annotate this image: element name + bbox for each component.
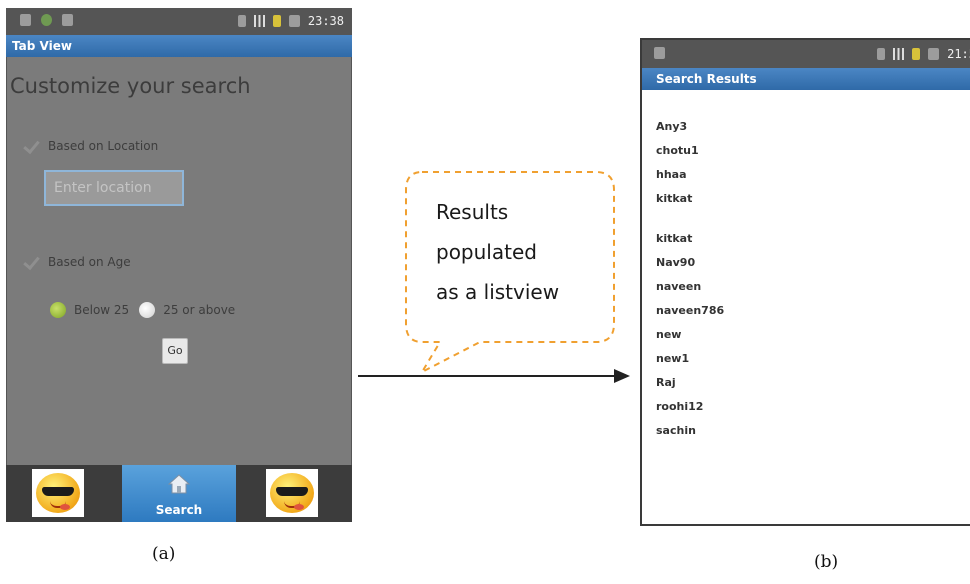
age-radio-group: Below 25 25 or above xyxy=(50,302,235,318)
list-item[interactable]: kitkat xyxy=(656,192,692,205)
callout-line-1: Results xyxy=(436,200,509,224)
app-title-bar: Search Results xyxy=(642,68,970,90)
location-input[interactable]: Enter location xyxy=(44,170,184,206)
list-item[interactable]: naveen786 xyxy=(656,304,724,317)
callout-line-3: as a listview xyxy=(436,280,560,304)
page-heading: Customize your search xyxy=(10,74,251,98)
list-item[interactable]: naveen xyxy=(656,280,701,293)
phone-screen-search-results: 21:5 Search Results Any3 chotu1 hhaa kit… xyxy=(640,38,970,526)
tab-search[interactable]: Search xyxy=(122,465,236,522)
below-25-radio[interactable] xyxy=(50,302,66,318)
list-item[interactable]: roohi12 xyxy=(656,400,703,413)
list-item[interactable]: Any3 xyxy=(656,120,687,133)
signal-icon xyxy=(893,48,905,60)
home-icon xyxy=(168,474,190,494)
status-time: 21:5 xyxy=(947,47,970,61)
list-item[interactable]: hhaa xyxy=(656,168,687,181)
alarm-icon xyxy=(288,15,300,27)
sunglasses-emoji-icon xyxy=(32,469,84,517)
list-item[interactable]: Raj xyxy=(656,376,676,389)
sunglasses-emoji-icon xyxy=(266,469,318,517)
list-item[interactable]: kitkat xyxy=(656,232,692,245)
status-bar: 23:38 xyxy=(6,8,352,35)
alarm-icon xyxy=(928,48,940,60)
phone-screen-tab-view: 23:38 Tab View Customize your search Bas… xyxy=(6,8,352,522)
location-checkbox-label: Based on Location xyxy=(48,139,159,153)
caption-a: (a) xyxy=(152,544,176,564)
status-time: 23:38 xyxy=(307,14,344,28)
app-notification-icon xyxy=(41,14,52,26)
flow-arrow-head-icon xyxy=(614,369,630,383)
usb-icon xyxy=(654,47,665,59)
25-or-above-label: 25 or above xyxy=(163,303,236,317)
tab-bar: Search xyxy=(6,465,352,522)
go-button[interactable]: Go xyxy=(162,338,188,364)
below-25-label: Below 25 xyxy=(74,303,130,317)
battery-icon xyxy=(272,15,281,27)
callout-text: Results populated as a listview xyxy=(436,192,559,312)
list-item[interactable]: Nav90 xyxy=(656,256,695,269)
usb-icon xyxy=(62,14,73,26)
list-item[interactable]: new xyxy=(656,328,681,341)
list-item[interactable]: sachin xyxy=(656,424,696,437)
tab-search-label: Search xyxy=(155,503,203,517)
age-checkbox[interactable] xyxy=(24,254,40,270)
status-bar: 21:5 xyxy=(642,40,970,68)
wifi-icon xyxy=(877,48,886,60)
age-checkbox-label: Based on Age xyxy=(48,255,131,269)
notification-icon xyxy=(20,14,31,26)
list-item[interactable]: new1 xyxy=(656,352,689,365)
caption-b: (b) xyxy=(814,552,839,572)
flow-arrow-line xyxy=(358,375,616,377)
list-item[interactable]: chotu1 xyxy=(656,144,699,157)
location-checkbox-row[interactable]: Based on Location xyxy=(24,138,158,154)
tab-profile-left[interactable] xyxy=(6,465,122,522)
battery-icon xyxy=(912,48,921,60)
signal-icon xyxy=(253,15,265,27)
tab-profile-right[interactable] xyxy=(236,465,352,522)
25-or-above-radio[interactable] xyxy=(139,302,156,318)
wifi-icon xyxy=(237,15,246,27)
app-title-bar: Tab View xyxy=(6,35,352,57)
location-checkbox[interactable] xyxy=(24,138,40,154)
callout-line-2: populated xyxy=(436,240,537,264)
age-checkbox-row[interactable]: Based on Age xyxy=(24,254,131,270)
